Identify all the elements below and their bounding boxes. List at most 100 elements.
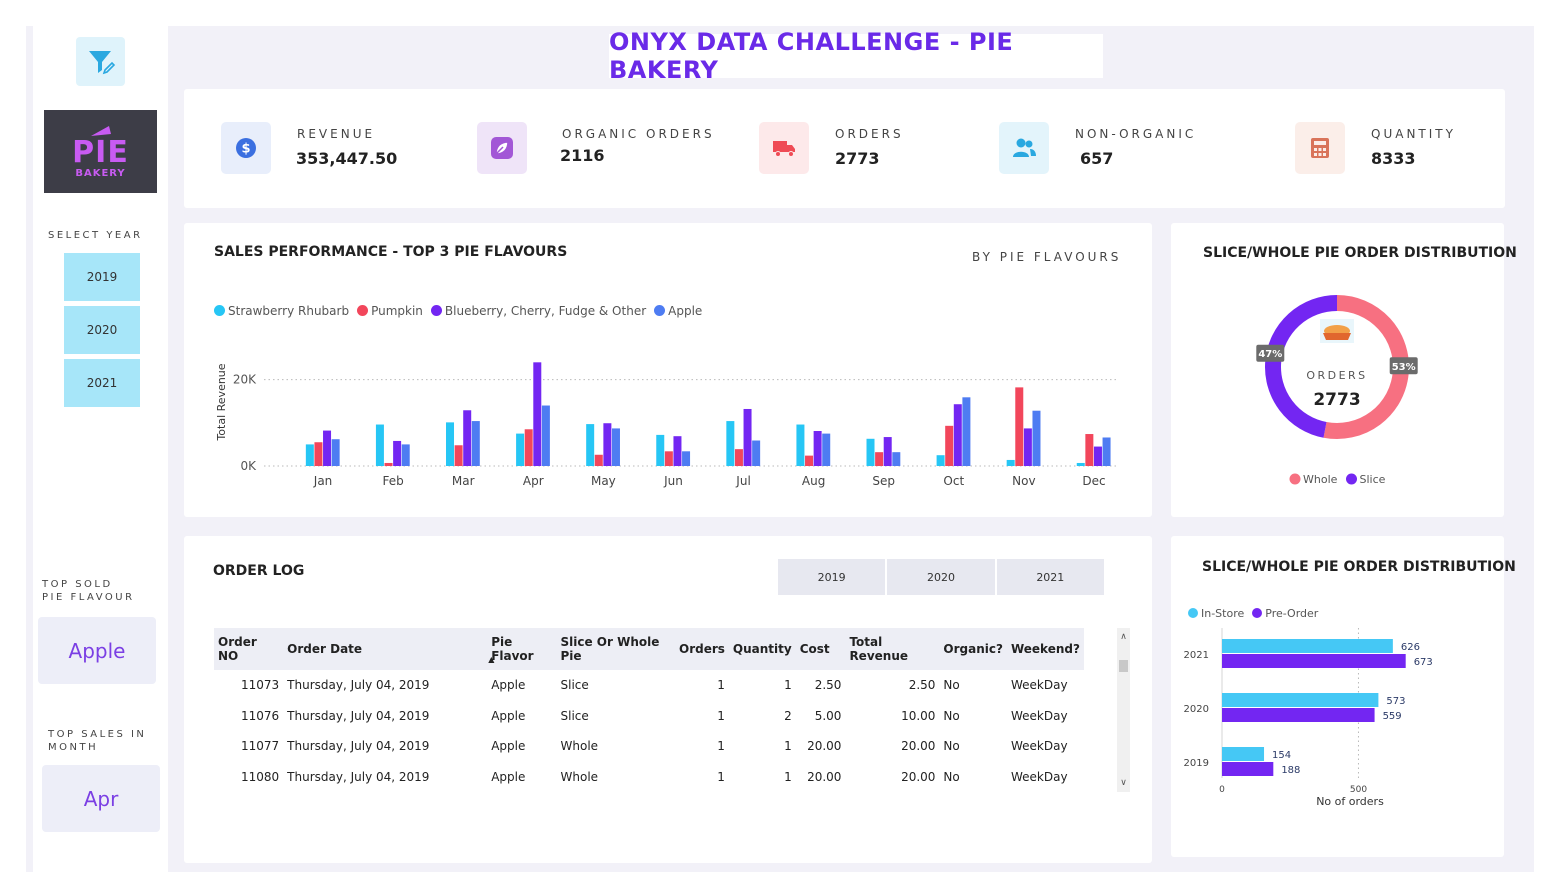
table-row[interactable]: 11076 Thursday, July 04, 2019 Apple Slic… <box>214 701 1084 732</box>
cell-orders: 1 <box>717 769 725 784</box>
bar <box>305 444 314 466</box>
bar <box>463 410 472 466</box>
kpi-quantity-value: 8333 <box>1371 149 1416 168</box>
scroll-up-icon[interactable]: ∧ <box>1117 632 1130 642</box>
legend-label-blueberry-cherry-fudge-other: Blueberry, Cherry, Fudge & Other <box>444 304 647 318</box>
column-header-pie-flavor[interactable]: Pie Flavor ▲ <box>487 628 557 670</box>
top-month-label: TOP SALES IN MONTH <box>48 728 146 754</box>
bar <box>401 444 410 466</box>
dollar-icon: $ <box>221 122 271 174</box>
legend-item-apple[interactable]: Apple <box>654 304 702 318</box>
scroll-thumb[interactable] <box>1119 660 1128 672</box>
x-tick-label: Jan <box>313 474 333 488</box>
donut-chart: 53% 47% ORDERS 2773 Whole Slice <box>1256 295 1418 486</box>
legend-label-pumpkin: Pumpkin <box>371 304 423 318</box>
year-slicer-2020[interactable]: 2020 <box>64 306 140 354</box>
table-row[interactable]: 11080 Thursday, July 04, 2019 Apple Whol… <box>214 762 1084 793</box>
kpi-revenue-value: 353,447.50 <box>296 149 398 168</box>
data-label: 47% <box>1258 349 1282 360</box>
bar <box>533 362 542 466</box>
top-month-label-line2: MONTH <box>48 742 99 753</box>
sales-chart-legend: Strawberry Rhubarb Pumpkin Blueberry, Ch… <box>214 304 702 318</box>
cell-weekend: WeekDay <box>1010 708 1068 723</box>
tab-2019[interactable]: 2019 <box>778 559 886 595</box>
y-tick-label: 20K <box>233 373 257 387</box>
legend-label-apple: Apple <box>668 304 703 318</box>
top-flavour-label-line1: TOP SOLD <box>42 579 113 590</box>
year-slicer-2021[interactable]: 2021 <box>64 359 140 407</box>
bar <box>866 438 875 466</box>
legend-item-in-store[interactable]: In-Store <box>1188 607 1244 620</box>
kpi-organic-orders-label: ORGANIC ORDERS <box>562 127 715 141</box>
column-header-order-no[interactable]: Order NO <box>214 628 284 670</box>
order-log-table: Order NO Order Date Pie Flavor ▲ Slice Or… <box>214 628 1084 792</box>
x-tick-label: Jun <box>663 474 683 488</box>
column-header-organic[interactable]: Organic? <box>939 628 1007 670</box>
x-tick-label: Oct <box>943 474 964 488</box>
order-log-year-tabs: 2019 2020 2021 <box>778 559 1104 595</box>
data-label: 559 <box>1383 711 1402 722</box>
bar <box>594 454 603 466</box>
cell-orders: 1 <box>717 708 725 723</box>
bar <box>673 436 682 466</box>
top-month-card: Apr <box>42 765 160 832</box>
kpi-orders-label: ORDERS <box>835 127 904 141</box>
bar <box>314 442 323 466</box>
bar <box>962 397 971 466</box>
cell-pie-flavor: Apple <box>491 708 526 723</box>
bar <box>516 433 525 466</box>
column-header-total-revenue[interactable]: Total Revenue <box>845 628 940 670</box>
sort-ascending-icon: ▲ <box>488 655 495 664</box>
users-icon <box>999 122 1049 174</box>
bar <box>375 424 384 466</box>
x-tick-label: Nov <box>1012 474 1035 488</box>
cell-order-date: Thursday, July 04, 2019 <box>287 678 430 693</box>
bar <box>384 462 393 466</box>
column-header-cost[interactable]: Cost <box>795 628 846 670</box>
bar <box>541 405 550 466</box>
column-header-quantity[interactable]: Quantity <box>728 628 796 670</box>
bar <box>524 429 533 466</box>
cell-weekend: WeekDay <box>1010 739 1068 754</box>
cell-slice-or-whole: Whole <box>560 739 599 754</box>
legend-item-pre-order[interactable]: Pre-Order <box>1252 607 1318 620</box>
scroll-down-icon[interactable]: ∨ <box>1117 778 1130 788</box>
select-year-label: SELECT YEAR <box>48 230 143 241</box>
bar <box>603 423 612 466</box>
data-label: 573 <box>1386 696 1405 707</box>
cell-quantity: 1 <box>784 678 792 693</box>
year-slicer-2019[interactable]: 2019 <box>64 253 140 301</box>
legend-item-blueberry-cherry-fudge-other[interactable]: Blueberry, Cherry, Fudge & Other <box>430 304 647 318</box>
hbar-chart: 2021 626 673 2020 573 559 2019 154 188 0 500No of … <box>1184 628 1433 808</box>
table-row[interactable]: 11073 Thursday, July 04, 2019 Apple Slic… <box>214 670 1084 701</box>
kpi-organic-orders <box>477 122 527 174</box>
tab-2020[interactable]: 2020 <box>887 559 995 595</box>
bar <box>1222 639 1393 653</box>
x-axis-title: No of orders <box>1316 795 1384 808</box>
kpi-orders-value: 2773 <box>835 149 880 168</box>
column-header-slice-or-whole[interactable]: Slice Or Whole Pie <box>556 628 675 670</box>
legend-item-strawberry-rhubarb[interactable]: Strawberry Rhubarb <box>214 304 349 318</box>
order-log-scrollbar[interactable]: ∧ ∨ <box>1117 628 1130 792</box>
cell-quantity: 1 <box>784 769 792 784</box>
tab-2021[interactable]: 2021 <box>996 559 1104 595</box>
cell-order-no: 11077 <box>240 739 280 754</box>
legend-item-pumpkin[interactable]: Pumpkin <box>357 304 423 318</box>
column-header-weekend[interactable]: Weekend? <box>1006 628 1084 670</box>
legend-dot <box>1346 473 1357 485</box>
bar <box>734 449 743 466</box>
cell-order-date: Thursday, July 04, 2019 <box>287 708 430 723</box>
cell-orders: 1 <box>717 739 725 754</box>
cell-pie-flavor: Apple <box>491 769 526 784</box>
filter-icon <box>88 50 115 74</box>
legend-label: Slice <box>1360 473 1386 486</box>
y-tick-label: 2021 <box>1184 650 1209 661</box>
bar <box>945 425 954 466</box>
column-header-order-date[interactable]: Order Date <box>283 628 488 670</box>
x-tick-label: May <box>591 474 616 488</box>
column-header-orders[interactable]: Orders <box>675 628 729 670</box>
legend-label: Whole <box>1303 473 1338 486</box>
table-row[interactable]: 11077 Thursday, July 04, 2019 Apple Whol… <box>214 731 1084 762</box>
filter-button[interactable] <box>76 37 125 86</box>
svg-text:$: $ <box>241 142 250 157</box>
